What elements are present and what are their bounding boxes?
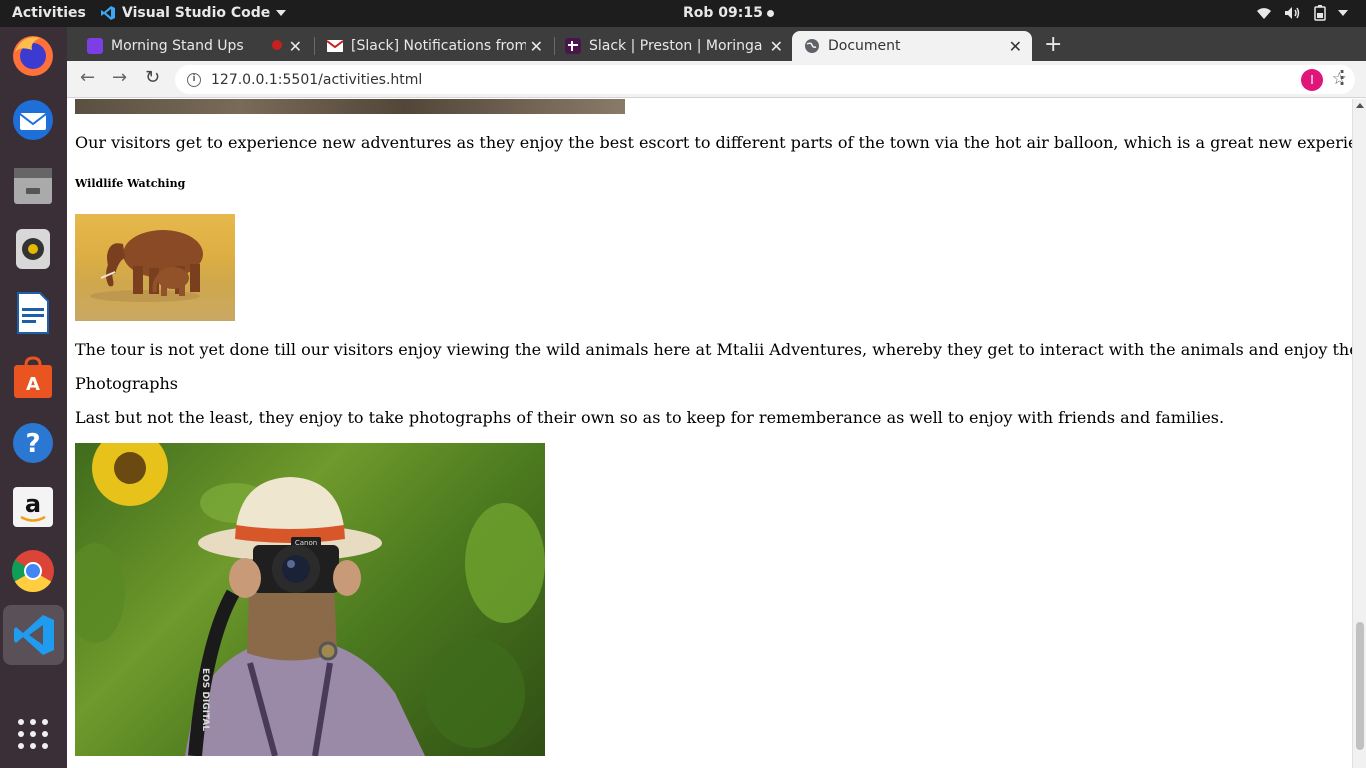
dock-ubuntu-software[interactable]: A xyxy=(10,355,56,401)
svg-text:a: a xyxy=(25,490,41,518)
vscode-icon xyxy=(13,615,54,655)
meet-icon xyxy=(87,38,103,54)
system-tray[interactable] xyxy=(1256,5,1348,21)
profile-avatar[interactable]: I xyxy=(1301,69,1323,91)
chrome-icon xyxy=(11,550,54,593)
tab-morning-stand-ups[interactable]: Morning Stand Ups ✕ xyxy=(67,31,312,61)
url-path: :5501/activities.html xyxy=(277,71,423,88)
dock-files[interactable] xyxy=(10,162,56,208)
page-scrollbar[interactable] xyxy=(1352,99,1366,768)
help-icon: ? xyxy=(13,423,53,463)
close-tab-icon[interactable]: ✕ xyxy=(1009,37,1022,56)
battery-icon xyxy=(1314,5,1326,21)
vscode-small-icon xyxy=(101,6,115,20)
forward-icon[interactable]: → xyxy=(112,67,127,88)
tab-title: Slack | Preston | Moringa S xyxy=(589,38,767,54)
browser-toolbar: ← → ↻ i 127.0.0.1:5501/activities.html ☆… xyxy=(67,61,1366,98)
svg-text:A: A xyxy=(26,374,40,395)
slack-icon xyxy=(565,38,581,54)
address-bar[interactable]: i 127.0.0.1:5501/activities.html ☆ xyxy=(175,65,1355,94)
wildlife-heading: Wildlife Watching xyxy=(75,177,186,190)
ubuntu-software-icon: A xyxy=(14,356,52,398)
browser-tab-strip: Morning Stand Ups ✕ [Slack] Notification… xyxy=(67,27,1366,61)
activities-button[interactable]: Activities xyxy=(12,5,86,21)
chevron-down-icon xyxy=(276,10,287,16)
camera-strap-label: EOS DIGITAL xyxy=(200,668,210,731)
tab-title: Document xyxy=(828,38,901,54)
photographer-image: Canon EOS DIGITAL xyxy=(75,443,545,756)
photographs-description: Last but not the least, they enjoy to ta… xyxy=(75,408,1225,427)
amazon-icon: a xyxy=(13,487,53,527)
app-menu-label: Visual Studio Code xyxy=(122,5,271,21)
system-top-bar: Activities Visual Studio Code Rob 09:15 xyxy=(0,0,1366,27)
dock-help[interactable]: ? xyxy=(10,420,56,466)
reload-icon[interactable]: ↻ xyxy=(145,67,160,88)
dock-writer[interactable] xyxy=(10,290,56,336)
close-tab-icon[interactable]: ✕ xyxy=(530,37,543,56)
svg-text:?: ? xyxy=(25,429,40,459)
wifi-icon xyxy=(1257,8,1271,19)
url-host: 127.0.0.1 xyxy=(211,71,278,88)
clock[interactable]: Rob 09:15 xyxy=(683,5,774,21)
show-applications-button[interactable] xyxy=(18,719,48,749)
thunderbird-icon xyxy=(13,100,53,140)
dock: A ? a xyxy=(0,27,67,768)
firefox-icon xyxy=(13,36,53,76)
dock-rhythmbox[interactable] xyxy=(10,225,56,271)
scrollbar-thumb[interactable] xyxy=(1356,622,1364,750)
dock-chrome[interactable] xyxy=(10,548,56,594)
volume-icon xyxy=(1285,7,1300,19)
browser-menu-icon[interactable]: · · · xyxy=(1339,64,1345,92)
scroll-up-icon[interactable] xyxy=(1356,103,1364,108)
balloon-description: Our visitors get to experience new adven… xyxy=(75,133,1352,152)
tab-slack-notifications[interactable]: [Slack] Notifications from ✕ xyxy=(315,31,553,61)
globe-icon xyxy=(805,39,819,53)
app-menu[interactable]: Visual Studio Code xyxy=(100,5,287,21)
dock-thunderbird[interactable] xyxy=(10,97,56,143)
notification-dot-icon xyxy=(766,9,774,17)
new-tab-button[interactable]: + xyxy=(1044,32,1062,57)
dock-vscode[interactable] xyxy=(3,605,64,665)
page-viewport: Our visitors get to experience new adven… xyxy=(67,99,1352,768)
tab-title: Morning Stand Ups xyxy=(111,38,244,54)
photographs-heading: Photographs xyxy=(75,374,178,393)
tab-document[interactable]: Document ✕ xyxy=(792,31,1032,61)
tab-title: [Slack] Notifications from xyxy=(351,38,526,54)
wildlife-description: The tour is not yet done till our visito… xyxy=(75,340,1352,359)
clock-label: Rob 09:15 xyxy=(683,5,763,21)
libreoffice-writer-icon xyxy=(17,292,49,334)
tab-slack-preston[interactable]: Slack | Preston | Moringa S ✕ xyxy=(555,31,793,61)
close-tab-icon[interactable]: ✕ xyxy=(770,37,783,56)
files-icon xyxy=(14,168,52,204)
back-icon[interactable]: ← xyxy=(80,67,95,88)
hot-air-balloon-image xyxy=(75,99,625,114)
elephant-image xyxy=(75,214,235,321)
gmail-icon xyxy=(327,40,343,52)
dock-firefox[interactable] xyxy=(10,32,56,78)
recording-icon xyxy=(272,40,282,50)
dock-amazon[interactable]: a xyxy=(10,484,56,530)
close-tab-icon[interactable]: ✕ xyxy=(289,37,302,56)
site-info-icon[interactable]: i xyxy=(187,72,201,87)
rhythmbox-icon xyxy=(16,229,50,269)
system-menu-chevron-icon xyxy=(1338,10,1348,16)
